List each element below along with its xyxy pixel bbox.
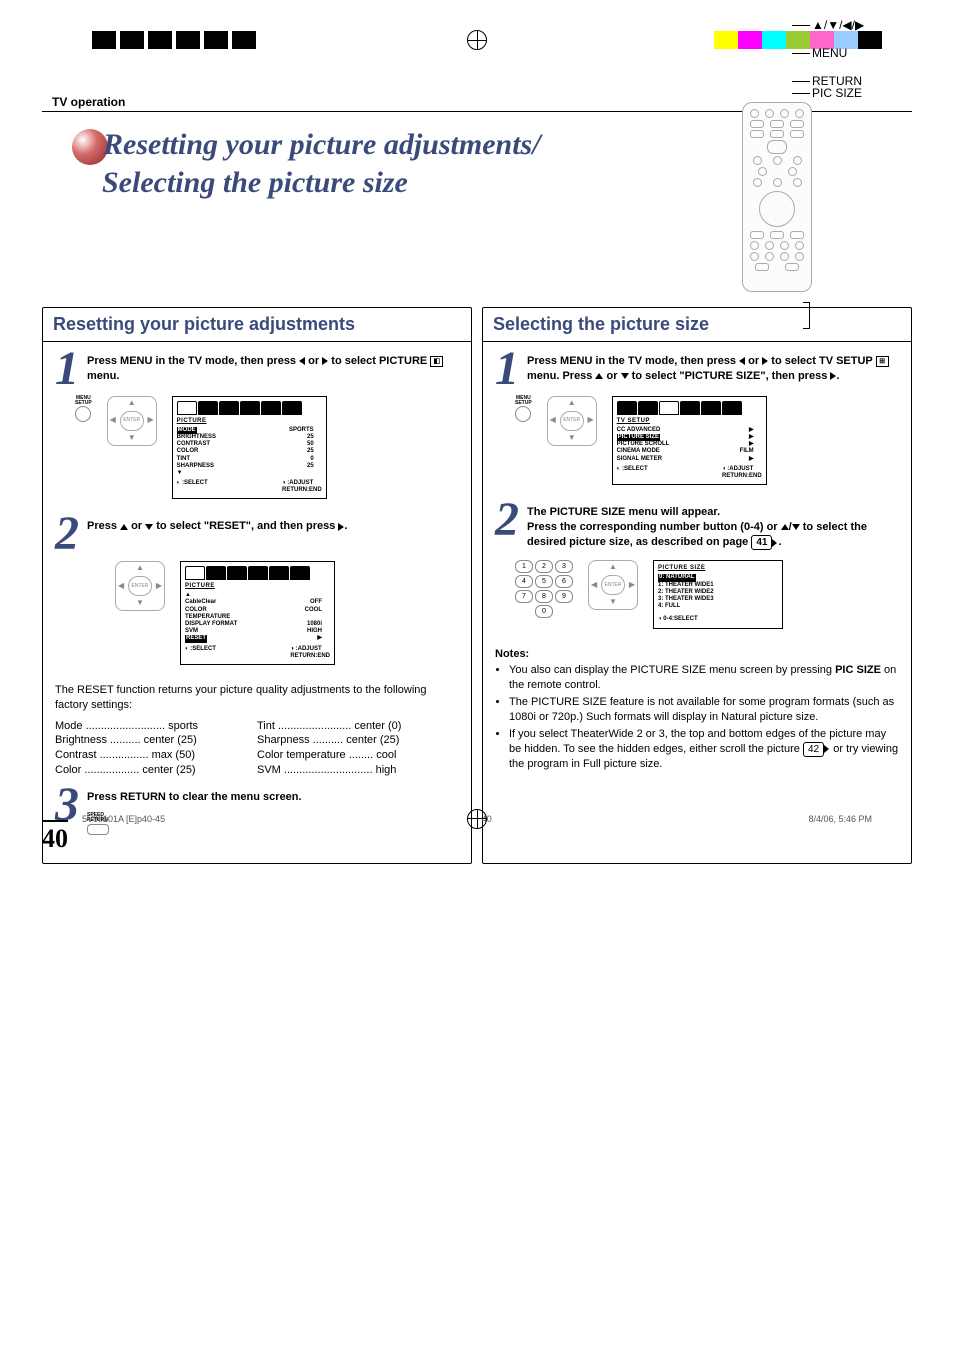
up-arrow-icon bbox=[120, 524, 128, 530]
down-arrow-icon bbox=[145, 524, 153, 530]
step-number: 2 bbox=[55, 517, 85, 551]
page-number: 40 bbox=[42, 820, 68, 854]
right-column: Selecting the picture size 1 Press MENU … bbox=[482, 307, 912, 864]
step-number: 1 bbox=[55, 352, 85, 386]
left-heading: Resetting your picture adjustments bbox=[43, 308, 471, 342]
callout-picsize: PIC SIZE bbox=[812, 86, 862, 100]
step-number: 1 bbox=[495, 352, 525, 386]
step1-text: Press MENU in the TV mode, then press or… bbox=[87, 354, 459, 386]
left-column: Resetting your picture adjustments 1 Pre… bbox=[42, 307, 472, 864]
dpad-icon: ▲ ▼ ◀ ▶ ENTER bbox=[547, 396, 597, 446]
step-number: 2 bbox=[495, 503, 525, 550]
osd-tvsetup: TV SETUP CC ADVANCED▶ PICTURE SIZE▶ PICT… bbox=[612, 396, 767, 486]
menu-setup-button: MENU SETUP bbox=[515, 396, 532, 422]
reset-explain: The RESET function returns your picture … bbox=[55, 683, 459, 713]
menu-setup-button: MENU SETUP bbox=[75, 396, 92, 422]
page-ref-41: 41 bbox=[751, 535, 772, 551]
number-buttons: 123 456 789 0 bbox=[515, 560, 573, 618]
return-button-icon bbox=[87, 824, 109, 835]
r-step1-text: Press MENU in the TV mode, then press or… bbox=[527, 354, 899, 386]
right-heading: Selecting the picture size bbox=[483, 308, 911, 342]
registration-mark-icon bbox=[467, 30, 487, 50]
page-ref-42: 42 bbox=[803, 742, 824, 758]
print-registration-bar bbox=[42, 20, 912, 60]
remote-diagram: 0–4 ▲/▼/◀/▶ MENU RETURN PIC SIZE bbox=[712, 102, 912, 292]
tvsetup-menu-icon: ⊞ bbox=[876, 356, 889, 367]
step2-text: Press or to select "RESET", and then pre… bbox=[87, 519, 459, 551]
dpad-icon: ▲ ▼ ◀ ▶ ENTER bbox=[115, 561, 165, 611]
notes: Notes: You also can display the PICTURE … bbox=[495, 647, 899, 772]
dpad-icon: ▲ ▼ ◀ ▶ ENTER bbox=[107, 396, 157, 446]
picture-menu-icon: ◧ bbox=[430, 356, 443, 367]
osd-picture-2: PICTURE ▲ CableClearOFF COLOR TEMPERATUR… bbox=[180, 561, 335, 665]
reset-defaults: Mode .......................... sports B… bbox=[55, 719, 459, 778]
callout-menu: MENU bbox=[812, 46, 847, 60]
page-title: Resetting your picture adjustments/ Sele… bbox=[72, 127, 541, 201]
dpad-icon: ▲ ▼ ◀ ▶ ENTER bbox=[588, 560, 638, 610]
r-step2-text: The PICTURE SIZE menu will appear. Press… bbox=[527, 505, 899, 550]
registration-mark-icon bbox=[467, 809, 487, 829]
osd-picture-1: PICTURE MODESPORTS BRIGHTNESS25 CONTRAST… bbox=[172, 396, 327, 500]
osd-picture-size: PICTURE SIZE 0: NATURAL 1: THEATER WIDE1… bbox=[653, 560, 783, 628]
callout-dpad: ▲/▼/◀/▶ bbox=[812, 18, 864, 32]
